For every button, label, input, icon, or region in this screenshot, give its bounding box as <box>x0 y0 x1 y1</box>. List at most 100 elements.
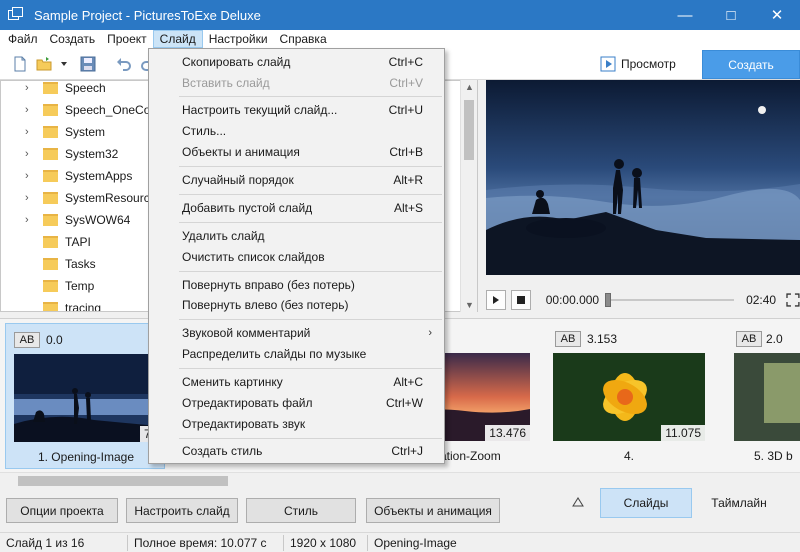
menu-separator <box>179 438 442 439</box>
menu-create[interactable]: Создать <box>44 30 102 48</box>
tree-item-syswow64[interactable]: › SysWOW64 <box>1 209 130 231</box>
tree-item-tapi[interactable]: TAPI <box>1 231 91 253</box>
chevron-right-icon: › <box>428 327 432 339</box>
chevron-right-icon[interactable]: › <box>25 82 39 94</box>
tree-item-tracing[interactable]: tracing <box>1 297 101 311</box>
style-button[interactable]: Стиль <box>246 498 356 523</box>
menu-item-rotate-right[interactable]: Повернуть вправо (без потерь) <box>149 275 444 295</box>
project-options-button[interactable]: Опции проекта <box>6 498 118 523</box>
menu-item-objects-animation[interactable]: Объекты и анимация Ctrl+B <box>149 142 444 162</box>
objects-animation-button[interactable]: Объекты и анимация <box>366 498 500 523</box>
slide-thumbnail[interactable]: AB 2.0 5. 3D b <box>734 323 800 469</box>
folder-icon <box>43 148 58 160</box>
menu-item-random-order[interactable]: Случайный порядок Alt+R <box>149 170 444 190</box>
tree-item-systemapps[interactable]: › SystemApps <box>1 165 132 187</box>
stop-icon <box>516 296 525 304</box>
folder-icon <box>43 82 58 94</box>
scroll-up-icon[interactable]: ▲ <box>461 82 478 92</box>
menu-item-clear-slides[interactable]: Очистить список слайдов <box>149 247 444 267</box>
tree-item-systemresources[interactable]: › SystemResources <box>1 187 162 209</box>
menu-separator <box>179 96 442 97</box>
tree-item-label: SystemApps <box>65 169 133 183</box>
menu-separator <box>179 319 442 320</box>
chevron-right-icon[interactable]: › <box>25 214 39 226</box>
seek-slider[interactable] <box>605 293 736 307</box>
menu-help[interactable]: Справка <box>274 30 333 48</box>
chevron-right-icon[interactable]: › <box>25 104 39 116</box>
ab-badge[interactable]: AB <box>555 331 581 347</box>
tree-item-label: Speech <box>65 81 106 95</box>
menu-item-copy-slide[interactable]: Скопировать слайд Ctrl+C <box>149 52 444 72</box>
menu-separator <box>179 271 442 272</box>
folder-icon <box>43 104 58 116</box>
slide-time-label: 11.075 <box>661 425 705 441</box>
customize-slide-button[interactable]: Настроить слайд <box>126 498 238 523</box>
fullscreen-icon[interactable] <box>786 293 800 307</box>
open-folder-icon[interactable] <box>36 56 52 72</box>
menu-project[interactable]: Проект <box>101 30 153 48</box>
slide-caption: 1. Opening-Image <box>37 450 135 464</box>
slide-caption: 5. 3D b <box>754 449 793 463</box>
menu-item-customize-slide[interactable]: Настроить текущий слайд... Ctrl+U <box>149 100 444 120</box>
ab-badge[interactable]: AB <box>14 332 40 348</box>
scroll-down-icon[interactable]: ▼ <box>461 300 478 310</box>
menu-item-rotate-left[interactable]: Повернуть влево (без потерь) <box>149 295 444 315</box>
slide-thumbnail[interactable]: AB 3.153 11.075 4. <box>553 323 713 469</box>
menu-item-style[interactable]: Стиль... <box>149 121 444 141</box>
tab-timeline[interactable]: Таймлайн <box>694 488 784 518</box>
tree-item-speech[interactable]: › Speech <box>1 81 106 99</box>
tree-scrollbar[interactable]: ▲ ▼ <box>460 80 477 312</box>
folder-icon <box>43 302 58 311</box>
create-button[interactable]: Создать <box>702 50 800 79</box>
tree-item-system32[interactable]: › System32 <box>1 143 118 165</box>
scrollbar-thumb[interactable] <box>18 476 228 486</box>
menu-item-sync-to-music[interactable]: Распределить слайды по музыке <box>149 344 444 364</box>
chevron-right-icon[interactable]: › <box>25 148 39 160</box>
stop-button[interactable] <box>510 290 531 310</box>
tree-item-tasks[interactable]: Tasks <box>1 253 96 275</box>
chevron-right-icon[interactable]: › <box>25 170 39 182</box>
strip-scrollbar[interactable] <box>0 472 800 488</box>
slide-caption: 4. <box>623 449 634 463</box>
preview-button[interactable]: Просмотр <box>600 52 676 76</box>
maximize-button[interactable]: □ <box>708 0 754 30</box>
tree-item-temp[interactable]: Temp <box>1 275 94 297</box>
menu-file[interactable]: Файл <box>2 30 44 48</box>
status-bar: Слайд 1 из 16 Полное время: 10.077 с 192… <box>0 532 800 552</box>
save-icon[interactable] <box>80 56 96 72</box>
menu-item-edit-file[interactable]: Отредактировать файл Ctrl+W <box>149 393 444 413</box>
chevron-right-icon[interactable]: › <box>25 192 39 204</box>
minimize-button[interactable]: — <box>662 0 708 30</box>
menu-separator <box>179 166 442 167</box>
menu-item-change-picture[interactable]: Сменить картинку Alt+C <box>149 372 444 392</box>
play-button[interactable] <box>486 290 506 310</box>
ab-badge[interactable]: AB <box>736 331 762 347</box>
menu-bar: Файл Создать Проект Слайд Настройки Спра… <box>0 30 800 48</box>
tree-item-label: System <box>65 125 106 139</box>
new-file-icon[interactable] <box>12 56 28 72</box>
menu-slide[interactable]: Слайд <box>152 30 203 48</box>
slide-duration: 0.0 <box>46 333 63 347</box>
menu-item-delete-slide[interactable]: Удалить слайд <box>149 226 444 246</box>
slide-thumbnail[interactable]: AB 0.0 7. 1. Opening-Image <box>5 323 165 469</box>
app-icon <box>8 7 24 23</box>
tree-item-system[interactable]: › System <box>1 121 105 143</box>
tree-item-speech-onecore[interactable]: › Speech_OneCore <box>1 99 161 121</box>
seek-thumb[interactable] <box>605 293 612 307</box>
menu-settings[interactable]: Настройки <box>203 30 274 48</box>
slide-duration: 2.0 <box>766 332 783 346</box>
menu-item-add-blank-slide[interactable]: Добавить пустой слайд Alt+S <box>149 198 444 218</box>
menu-item-paste-slide[interactable]: Вставить слайд Ctrl+V <box>149 73 444 93</box>
collapse-icon[interactable] <box>572 496 584 508</box>
scrollbar-thumb[interactable] <box>464 100 474 160</box>
menu-item-create-style[interactable]: Создать стиль Ctrl+J <box>149 441 444 461</box>
close-button[interactable]: ✕ <box>754 0 800 30</box>
folder-icon <box>43 236 58 248</box>
menu-item-voice-comment[interactable]: Звуковой комментарий › <box>149 323 444 343</box>
chevron-down-icon[interactable] <box>60 60 68 68</box>
undo-icon[interactable] <box>116 56 132 72</box>
menu-item-edit-sound[interactable]: Отредактировать звук <box>149 414 444 434</box>
chevron-right-icon[interactable]: › <box>25 126 39 138</box>
tab-slides[interactable]: Слайды <box>600 488 692 518</box>
folder-icon <box>43 126 58 138</box>
